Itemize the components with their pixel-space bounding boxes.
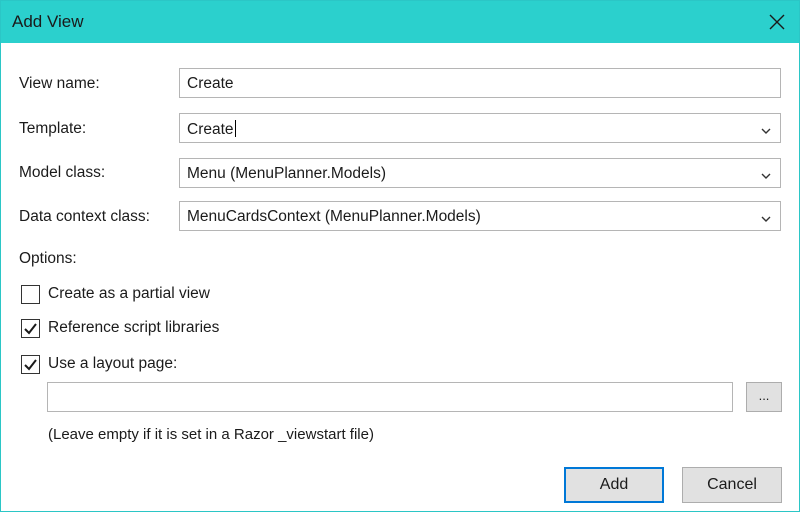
view-name-input[interactable]: Create bbox=[179, 68, 781, 98]
template-label: Template: bbox=[19, 120, 87, 137]
text-caret bbox=[234, 120, 236, 137]
chevron-down-icon bbox=[760, 211, 772, 222]
close-icon bbox=[769, 14, 785, 30]
view-name-value: Create bbox=[187, 75, 234, 92]
title-bar: Add View bbox=[1, 1, 799, 43]
chevron-down-icon bbox=[760, 123, 772, 134]
layout-page-input[interactable] bbox=[47, 382, 733, 412]
partial-view-label[interactable]: Create as a partial view bbox=[48, 285, 210, 303]
reference-scripts-checkbox[interactable] bbox=[21, 319, 40, 338]
template-value: Create bbox=[187, 121, 234, 138]
model-class-dropdown[interactable]: Menu (MenuPlanner.Models) bbox=[179, 158, 781, 188]
use-layout-label[interactable]: Use a layout page: bbox=[48, 355, 177, 373]
partial-view-checkbox[interactable] bbox=[21, 285, 40, 304]
add-view-dialog: Add View View name: Create Template: Cre… bbox=[0, 0, 800, 512]
add-button[interactable]: Add bbox=[564, 467, 664, 503]
layout-hint-text: (Leave empty if it is set in a Razor _vi… bbox=[48, 426, 374, 443]
options-heading: Options: bbox=[19, 250, 77, 267]
model-class-value: Menu (MenuPlanner.Models) bbox=[187, 165, 387, 182]
cancel-button[interactable]: Cancel bbox=[682, 467, 782, 503]
browse-button[interactable]: ... bbox=[746, 382, 782, 412]
use-layout-checkbox[interactable] bbox=[21, 355, 40, 374]
data-context-class-dropdown[interactable]: MenuCardsContext (MenuPlanner.Models) bbox=[179, 201, 781, 231]
close-button[interactable] bbox=[765, 10, 789, 34]
view-name-label: View name: bbox=[19, 75, 100, 92]
dialog-title: Add View bbox=[12, 12, 84, 31]
template-dropdown[interactable]: Create bbox=[179, 113, 781, 143]
model-class-label: Model class: bbox=[19, 164, 106, 181]
reference-scripts-label[interactable]: Reference script libraries bbox=[48, 319, 219, 337]
chevron-down-icon bbox=[760, 168, 772, 179]
data-context-class-value: MenuCardsContext (MenuPlanner.Models) bbox=[187, 208, 481, 225]
checkmark-icon bbox=[24, 323, 37, 335]
data-context-class-label: Data context class: bbox=[19, 208, 150, 225]
checkmark-icon bbox=[24, 359, 37, 371]
